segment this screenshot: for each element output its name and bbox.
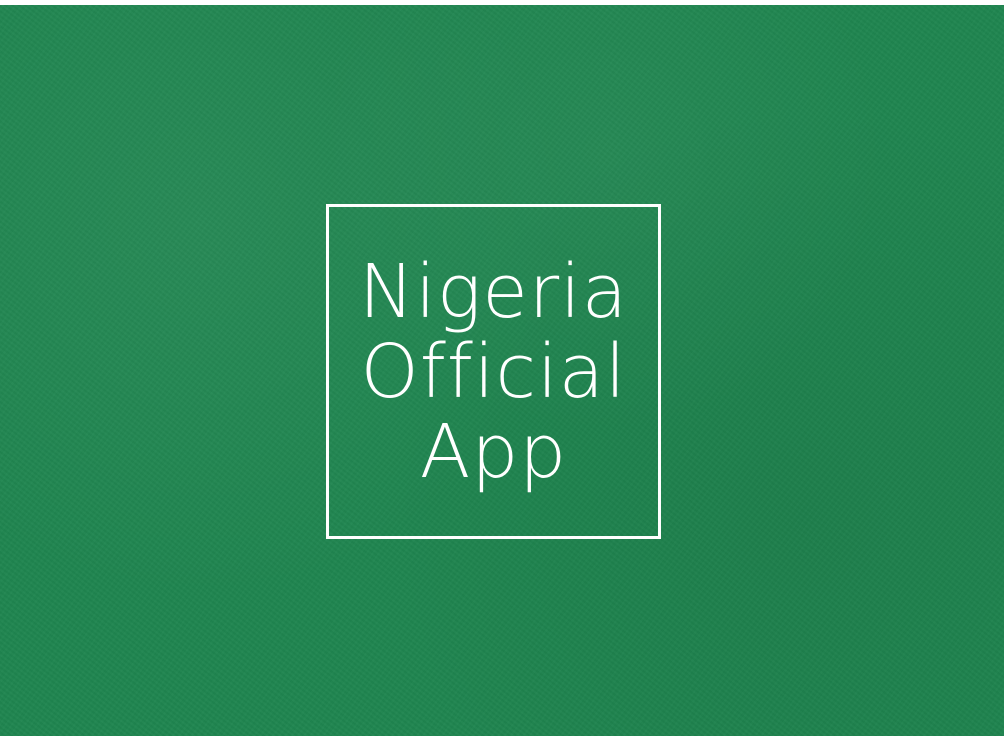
logo-line-3: App	[419, 408, 568, 495]
splash-screen: Nigeria Official App	[0, 5, 1004, 736]
app-logo: Nigeria Official App	[326, 204, 661, 539]
logo-line-2: Official	[360, 328, 627, 415]
logo-line-1: Nigeria	[358, 248, 629, 335]
